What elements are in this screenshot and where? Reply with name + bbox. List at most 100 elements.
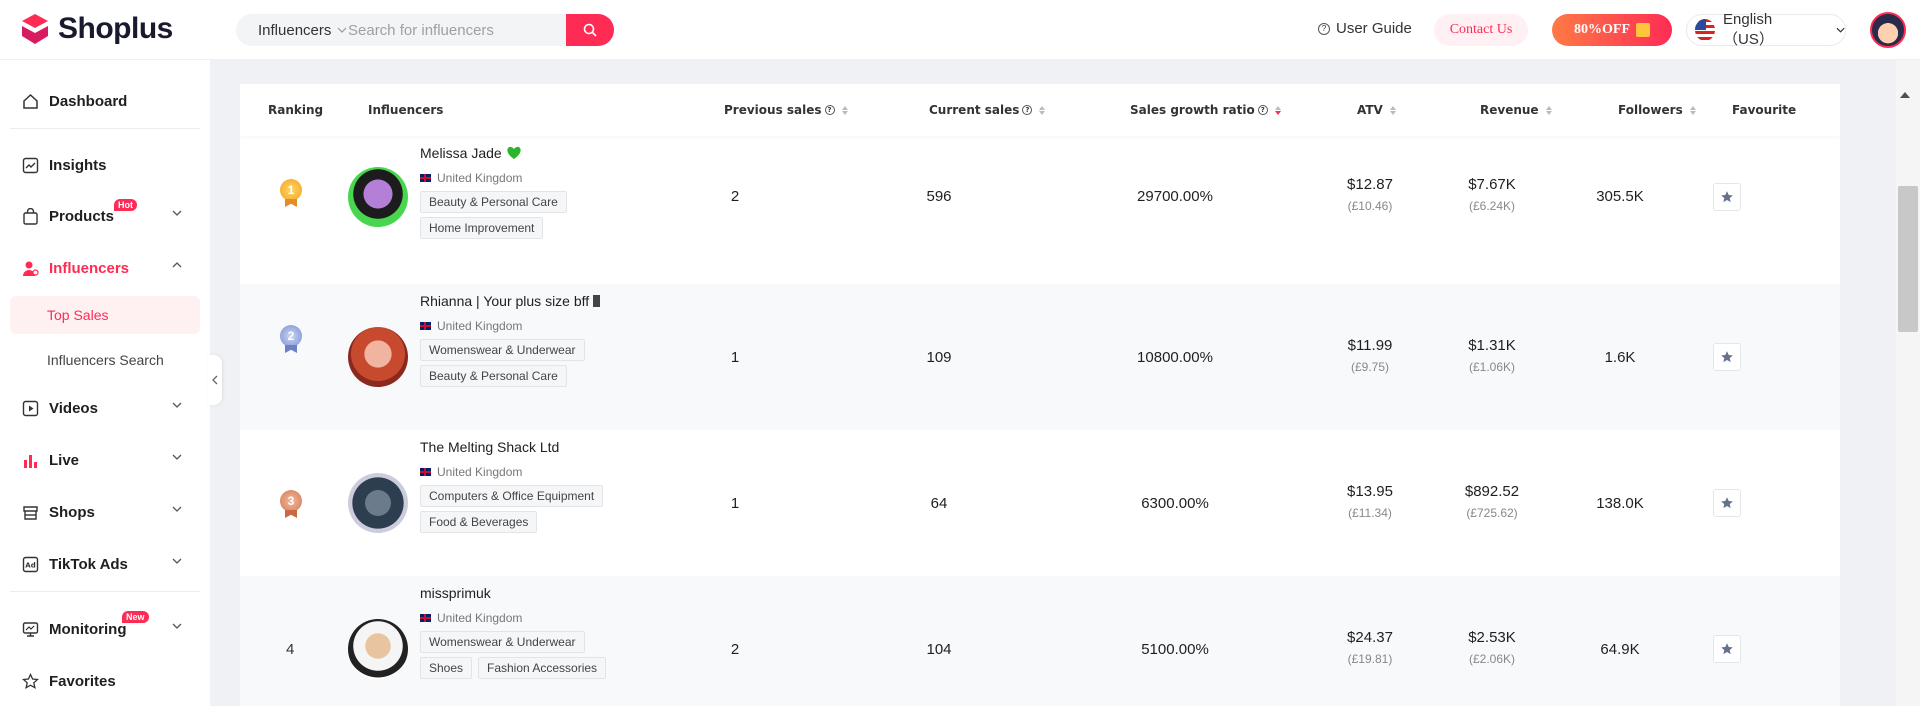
- monitor-icon: [22, 621, 39, 637]
- column-header-revenue[interactable]: Revenue: [1480, 103, 1552, 117]
- column-header-label: ATV: [1357, 103, 1383, 117]
- page-scrollbar[interactable]: [1896, 60, 1920, 706]
- new-badge: New: [122, 611, 149, 623]
- influencer-avatar[interactable]: [348, 327, 408, 387]
- main-content: Ranking Influencers Previous sales? Curr…: [210, 60, 1920, 706]
- sidebar-item-videos[interactable]: Videos: [22, 396, 182, 420]
- search-category-select[interactable]: Influencers: [236, 22, 348, 39]
- language-select[interactable]: English（US）: [1686, 11, 1846, 48]
- table-row[interactable]: 2 Rhianna | Your plus size bff United Ki…: [240, 284, 1840, 430]
- search-button[interactable]: [566, 14, 614, 46]
- influencer-name-link[interactable]: Rhianna | Your plus size bff: [420, 293, 601, 309]
- influencer-name: Rhianna | Your plus size bff: [420, 293, 590, 309]
- influencer-avatar[interactable]: [348, 619, 408, 679]
- sales-growth-ratio: 10800.00%: [1137, 349, 1213, 366]
- rank-number: 3: [280, 490, 302, 512]
- column-header-followers[interactable]: Followers: [1618, 103, 1696, 117]
- influencer-avatar[interactable]: [348, 473, 408, 533]
- help-circle-icon: ?: [1318, 22, 1330, 35]
- scroll-up-arrow-icon[interactable]: [1900, 92, 1910, 98]
- sidebar-item-products[interactable]: Products Hot: [22, 199, 182, 228]
- logo[interactable]: Shoplus: [20, 12, 173, 46]
- search-input[interactable]: [348, 21, 548, 39]
- column-header-label: Followers: [1618, 103, 1683, 117]
- revenue-cell: $892.52 (£725.62): [1442, 483, 1542, 520]
- svg-text:Ad: Ad: [25, 561, 35, 569]
- sidebar-item-live[interactable]: Live: [22, 448, 182, 472]
- chevron-down-icon: [172, 558, 182, 564]
- revenue-cell: $1.31K (£1.06K): [1442, 337, 1542, 374]
- promo-discount-button[interactable]: 80%OFF: [1552, 14, 1672, 46]
- category-tag[interactable]: Womenswear & Underwear: [420, 631, 585, 653]
- category-tag[interactable]: Fashion Accessories: [478, 657, 607, 679]
- category-tag[interactable]: Food & Beverages: [420, 511, 538, 533]
- sidebar-item-tiktok-ads[interactable]: Ad TikTok Ads: [22, 552, 182, 576]
- sidebar-divider: [10, 591, 200, 592]
- favourite-button[interactable]: [1713, 635, 1741, 663]
- category-tag[interactable]: Beauty & Personal Care: [420, 365, 567, 387]
- followers: 64.9K: [1600, 641, 1640, 658]
- user-guide-link[interactable]: ? User Guide: [1318, 20, 1412, 37]
- influencer-name-link[interactable]: The Melting Shack Ltd: [420, 439, 559, 455]
- ad-icon: Ad: [22, 556, 39, 572]
- help-circle-icon: ?: [1022, 105, 1033, 115]
- revenue-usd: $892.52: [1464, 483, 1520, 500]
- influencer-avatar[interactable]: [348, 167, 408, 227]
- uk-flag-icon: [420, 322, 431, 330]
- sidebar-item-shops[interactable]: Shops: [22, 500, 182, 524]
- video-icon: [22, 400, 39, 416]
- chevron-down-icon: [172, 623, 182, 629]
- sidebar-item-favorites[interactable]: Favorites: [22, 669, 182, 693]
- influencer-name-link[interactable]: missprimuk: [420, 585, 491, 601]
- sidebar-item-label: Videos: [49, 399, 98, 417]
- table-row[interactable]: 1 Melissa Jade United Kingdom Beauty & P…: [240, 138, 1840, 284]
- column-header-current-sales[interactable]: Current sales?: [929, 103, 1046, 117]
- category-tag[interactable]: Shoes: [420, 657, 473, 679]
- sidebar-item-label: Influencers: [49, 259, 130, 277]
- chevron-down-icon: [172, 454, 182, 460]
- chevron-down-icon: [172, 506, 182, 512]
- sidebar-item-monitoring[interactable]: Monitoring New: [22, 611, 182, 641]
- sidebar-collapse-button[interactable]: [208, 355, 222, 405]
- category-tag[interactable]: Beauty & Personal Care: [420, 191, 567, 213]
- favourite-button[interactable]: [1713, 343, 1741, 371]
- column-header-ranking: Ranking: [268, 103, 324, 117]
- column-header-previous-sales[interactable]: Previous sales?: [724, 103, 848, 117]
- category-tag[interactable]: Home Improvement: [420, 217, 544, 239]
- user-avatar[interactable]: [1870, 12, 1906, 48]
- category-tag[interactable]: Womenswear & Underwear: [420, 339, 585, 361]
- revenue-gbp: (£725.62): [1466, 506, 1518, 520]
- favourite-button[interactable]: [1713, 183, 1741, 211]
- influencer-name: missprimuk: [420, 585, 491, 601]
- hot-badge: Hot: [114, 199, 137, 211]
- table-row[interactable]: 3 The Melting Shack Ltd United Kingdom C…: [240, 430, 1840, 576]
- favourite-button[interactable]: [1713, 489, 1741, 517]
- category-tag[interactable]: Computers & Office Equipment: [420, 485, 604, 507]
- column-header-sales-growth-ratio[interactable]: Sales growth ratio?: [1130, 103, 1281, 117]
- sidebar-item-influencers[interactable]: Influencers: [22, 256, 182, 280]
- sidebar-item-dashboard[interactable]: Dashboard: [22, 89, 182, 113]
- atv-cell: $13.95 (£11.34): [1320, 483, 1420, 520]
- table-row[interactable]: 4 missprimuk United Kingdom Womenswear &…: [240, 576, 1840, 706]
- search-icon: [583, 23, 597, 37]
- uk-flag-icon: [420, 468, 431, 476]
- sidebar-subitem-influencers-search[interactable]: Influencers Search: [10, 341, 200, 379]
- sidebar-subitem-top-sales[interactable]: Top Sales: [10, 296, 200, 334]
- revenue-gbp: (£6.24K): [1468, 199, 1516, 213]
- previous-sales: 1: [730, 495, 740, 512]
- scrollbar-thumb[interactable]: [1898, 186, 1918, 332]
- sidebar-item-label: Live: [49, 451, 80, 469]
- influencer-name: Melissa Jade: [420, 145, 502, 161]
- rank-gold-medal-icon: 1: [280, 179, 302, 209]
- sidebar-divider: [10, 128, 200, 129]
- sort-icon: [1689, 105, 1696, 115]
- contact-us-button[interactable]: Contact Us: [1434, 14, 1528, 46]
- column-header-atv[interactable]: ATV: [1357, 103, 1396, 117]
- chevron-left-icon: [212, 375, 218, 385]
- sales-growth-ratio: 6300.00%: [1141, 495, 1209, 512]
- influencer-name-link[interactable]: Melissa Jade: [420, 145, 522, 161]
- language-label: English（US）: [1723, 11, 1774, 48]
- sidebar-item-insights[interactable]: Insights: [22, 153, 182, 177]
- influencer-country: United Kingdom: [420, 611, 522, 625]
- atv-usd: $12.87: [1347, 176, 1393, 193]
